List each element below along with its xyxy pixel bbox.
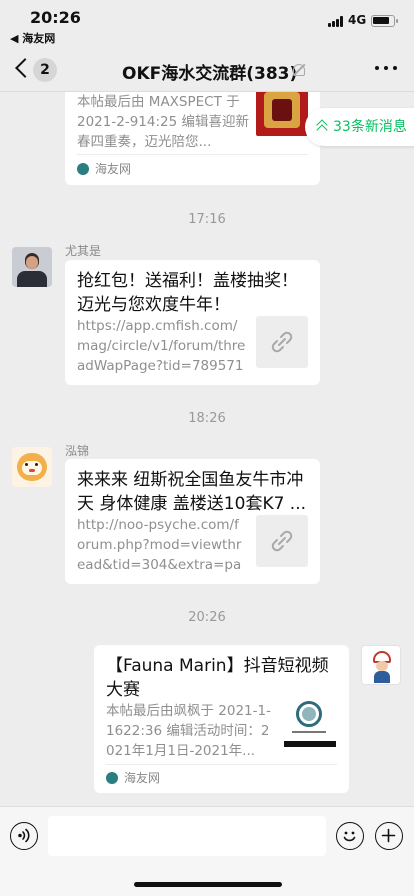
network-type: 4G [348, 13, 367, 27]
signal-icon [328, 16, 345, 27]
sender-name: 尤其是 [65, 244, 102, 258]
avatar[interactable] [12, 447, 52, 487]
chat-title: OKF海水交流群(383) [122, 64, 298, 84]
card-divider [106, 764, 337, 765]
link-title: 抢红包！送福利！盖楼抽奖！迈光与您欢度牛年！ [77, 271, 298, 315]
link-url: https://app.cmfish.com/mag/circle/v1/for… [77, 318, 246, 374]
link-icon [256, 515, 308, 567]
double-chevron-up-icon [317, 119, 327, 133]
plus-icon[interactable] [375, 822, 403, 850]
card-divider [77, 154, 308, 155]
timestamp: 20:26 [188, 610, 226, 625]
sender-name: 泓锦 [65, 444, 90, 458]
source-label: 海友网 [124, 771, 161, 785]
link-message[interactable]: 来来来 纽斯祝全国鱼友牛市冲天 身体健康 盖楼送10套K7 ... http:/… [65, 459, 320, 584]
source-label: 海友网 [95, 162, 132, 176]
battery-icon [371, 15, 398, 27]
timestamp: 18:26 [188, 411, 226, 426]
avatar[interactable] [12, 247, 52, 287]
back-to-app-link[interactable]: ◀ 海友网 [10, 30, 55, 46]
card-description: 本帖最后由 MAXSPECT 于 2021-2-914:25 编辑喜迎新春四重奏… [77, 94, 249, 150]
shared-post-card[interactable]: 【Fauna Marin】抖音短视频大赛 本帖最后由飒枫于 2021-1-162… [94, 645, 349, 793]
source-logo-icon [77, 163, 89, 175]
card-source: 海友网 [106, 769, 160, 786]
back-icon[interactable] [12, 56, 32, 80]
voice-icon[interactable] [10, 822, 38, 850]
message-list[interactable]: 本帖最后由 MAXSPECT 于 2021-2-914:25 编辑喜迎新春四重奏… [0, 92, 414, 806]
status-bar: 20:26 ◀ 海友网 4G [0, 0, 414, 46]
timestamp: 17:16 [188, 212, 226, 227]
card-source: 海友网 [77, 160, 131, 177]
shared-post-card[interactable]: 本帖最后由 MAXSPECT 于 2021-2-914:25 编辑喜迎新春四重奏… [65, 92, 320, 185]
card-description: 本帖最后由飒枫于 2021-1-1622:36 编辑活动时间：2021年1月1日… [106, 703, 271, 759]
new-messages-button[interactable]: 33条新消息 [305, 108, 414, 146]
link-url: http://noo-psyche.com/forum.php?mod=view… [77, 517, 242, 573]
source-logo-icon [106, 772, 118, 784]
link-title: 来来来 纽斯祝全国鱼友牛市冲天 身体健康 盖楼送10套K7 ... [77, 470, 307, 514]
home-indicator [134, 882, 282, 887]
more-icon[interactable] [375, 62, 397, 74]
card-thumbnail [284, 695, 336, 749]
emoji-icon[interactable] [336, 822, 364, 850]
card-thumbnail [256, 92, 308, 136]
new-messages-label: 33条新消息 [333, 119, 407, 135]
message-input[interactable] [48, 816, 326, 856]
chat-header: 2 OKF海水交流群(383) [0, 46, 414, 92]
unread-badge[interactable]: 2 [33, 58, 57, 82]
self-avatar[interactable] [361, 645, 401, 685]
mute-icon [293, 64, 305, 76]
link-message[interactable]: 抢红包！送福利！盖楼抽奖！迈光与您欢度牛年！ https://app.cmfis… [65, 260, 320, 385]
link-icon [256, 316, 308, 368]
status-time: 20:26 [30, 8, 81, 27]
